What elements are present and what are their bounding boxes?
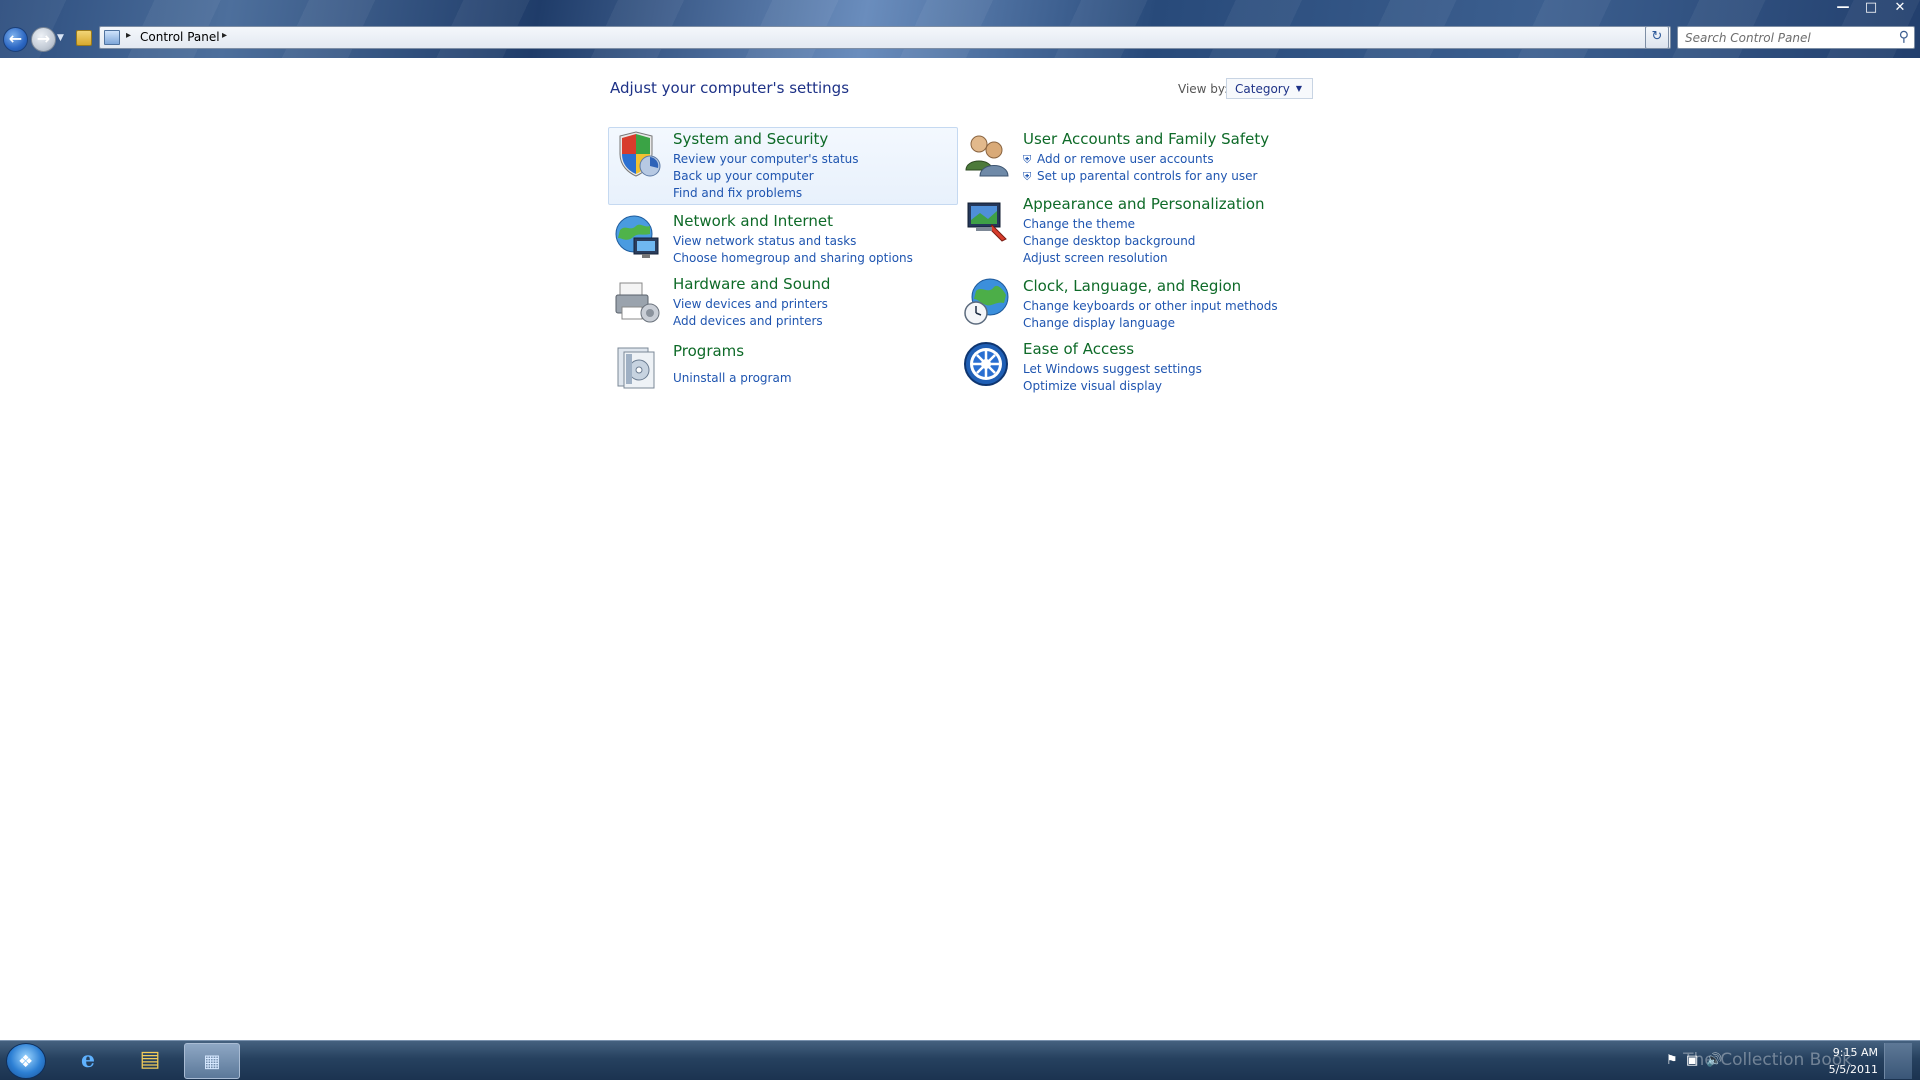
admin-shield-icon: ⛨: [1023, 153, 1032, 166]
link-change-theme[interactable]: Change the theme: [1023, 216, 1195, 233]
admin-shield-icon: ⛨: [1023, 170, 1032, 183]
users-icon: [965, 135, 1009, 177]
clock-globe-icon: [964, 278, 1009, 325]
link-windows-suggest-settings[interactable]: Let Windows suggest settings: [1023, 361, 1202, 378]
search-input[interactable]: [1678, 27, 1878, 49]
windows-logo-icon: ❖: [18, 1052, 34, 1072]
category-programs[interactable]: Programs Uninstall a program: [608, 339, 958, 417]
maximize-icon[interactable]: □: [1858, 0, 1884, 17]
navigation-bar: ← → ▼ ▸ Control Panel ▸ ▼ ↻ ⚲: [0, 24, 1920, 54]
breadcrumb-arrow-icon[interactable]: ▸: [222, 30, 227, 41]
link-desktop-background[interactable]: Change desktop background: [1023, 233, 1195, 250]
view-by-value: Category: [1235, 82, 1290, 96]
link-find-fix-problems[interactable]: Find and fix problems: [673, 185, 859, 202]
ease-of-access-icon: [964, 342, 1008, 386]
start-button[interactable]: ❖: [6, 1043, 46, 1079]
link-optimize-visual-display[interactable]: Optimize visual display: [1023, 378, 1202, 395]
control-panel-content: Adjust your computer's settings View by:…: [0, 58, 1920, 1040]
close-icon[interactable]: ✕: [1886, 0, 1914, 17]
link-view-devices[interactable]: View devices and printers: [673, 296, 828, 313]
link-review-status[interactable]: Review your computer's status: [673, 151, 859, 168]
control-panel-icon: ▦: [203, 1051, 221, 1072]
link-text: Set up parental controls for any user: [1037, 169, 1258, 183]
taskbar-internet-explorer[interactable]: e: [60, 1043, 116, 1079]
category-title[interactable]: Network and Internet: [673, 212, 833, 230]
taskbar-control-panel[interactable]: ▦: [184, 1043, 240, 1079]
show-desktop-button[interactable]: [1884, 1043, 1912, 1079]
system-tray: The Collection Book ⚑ ▣ 🔊 9:15 AM 5/5/20…: [1652, 1041, 1912, 1080]
breadcrumb-arrow-icon[interactable]: ▸: [126, 30, 131, 41]
window-controls: — □ ✕: [1830, 0, 1914, 17]
control-panel-icon: [104, 30, 120, 45]
link-screen-resolution[interactable]: Adjust screen resolution: [1023, 250, 1195, 267]
network-globe-icon: [615, 215, 659, 258]
category-title[interactable]: User Accounts and Family Safety: [1023, 130, 1269, 148]
page-title: Adjust your computer's settings: [610, 79, 850, 97]
view-by-dropdown[interactable]: Category ▼: [1226, 78, 1313, 99]
category-links: View network status and tasks Choose hom…: [673, 233, 913, 267]
network-icon[interactable]: ▣: [1686, 1053, 1698, 1068]
category-links: Uninstall a program: [673, 370, 792, 387]
folder-icon: ▤: [139, 1047, 161, 1072]
category-title[interactable]: System and Security: [673, 130, 828, 148]
refresh-button[interactable]: ↻: [1645, 26, 1669, 49]
window-title-bar: — □ ✕ ← → ▼ ▸ Control Panel ▸ ▼ ↻ ⚲: [0, 0, 1920, 58]
link-back-up[interactable]: Back up your computer: [673, 168, 859, 185]
category-links: Review your computer's status Back up yo…: [673, 151, 859, 202]
category-links: View devices and printers Add devices an…: [673, 296, 828, 330]
recent-pages-chevron-icon[interactable]: ▼: [57, 33, 64, 43]
chevron-down-icon: ▼: [1295, 84, 1302, 93]
address-bar[interactable]: ▸ Control Panel ▸ ▼: [99, 26, 1671, 49]
category-links: ⛨ Add or remove user accounts ⛨ Set up par…: [1023, 151, 1258, 185]
category-system-and-security[interactable]: System and Security Review your computer…: [608, 127, 958, 205]
search-box[interactable]: ⚲: [1677, 26, 1915, 49]
category-title[interactable]: Programs: [673, 342, 744, 360]
search-icon[interactable]: ⚲: [1899, 29, 1909, 45]
link-display-language[interactable]: Change display language: [1023, 315, 1278, 332]
category-title[interactable]: Hardware and Sound: [673, 275, 830, 293]
notification-flag-icon[interactable]: ⚑: [1666, 1053, 1678, 1068]
link-add-remove-accounts[interactable]: ⛨ Add or remove user accounts: [1023, 151, 1257, 168]
category-title[interactable]: Ease of Access: [1023, 340, 1134, 358]
programs-icon: [617, 347, 655, 389]
minimize-icon[interactable]: —: [1830, 0, 1856, 17]
clock-time[interactable]: 9:15 AM: [1833, 1046, 1878, 1059]
link-network-status[interactable]: View network status and tasks: [673, 233, 913, 250]
category-appearance-personalization[interactable]: Appearance and Personalization Change th…: [958, 192, 1308, 270]
category-title[interactable]: Appearance and Personalization: [1023, 195, 1265, 213]
security-shield-icon: [619, 131, 661, 177]
category-links: Change keyboards or other input methods …: [1023, 298, 1278, 332]
clock-date[interactable]: 5/5/2011: [1829, 1063, 1878, 1076]
appearance-monitor-icon: [967, 202, 1007, 242]
back-button[interactable]: ←: [3, 27, 28, 52]
category-title[interactable]: Clock, Language, and Region: [1023, 277, 1241, 295]
printer-icon: [615, 282, 660, 323]
internet-explorer-icon: e: [81, 1047, 95, 1073]
link-parental-controls[interactable]: ⛨ Set up parental controls for any user: [1023, 168, 1258, 185]
category-links: Change the theme Change desktop backgrou…: [1023, 216, 1195, 267]
taskbar-windows-explorer[interactable]: ▤: [122, 1043, 178, 1079]
category-ease-of-access[interactable]: Ease of Access Let Windows suggest setti…: [958, 337, 1308, 415]
link-homegroup-sharing[interactable]: Choose homegroup and sharing options: [673, 250, 913, 267]
folder-icon: [76, 30, 92, 46]
forward-button[interactable]: →: [31, 27, 56, 52]
category-links: Let Windows suggest settings Optimize vi…: [1023, 361, 1202, 395]
link-change-keyboards[interactable]: Change keyboards or other input methods: [1023, 298, 1278, 315]
link-uninstall-program[interactable]: Uninstall a program: [673, 370, 792, 387]
breadcrumb-control-panel[interactable]: Control Panel: [140, 30, 220, 44]
link-add-devices[interactable]: Add devices and printers: [673, 313, 828, 330]
refresh-icon: ↻: [1651, 29, 1663, 44]
link-text: Add or remove user accounts: [1037, 152, 1214, 166]
view-by-label: View by:: [1178, 82, 1229, 96]
taskbar: ❖ e ▤ ▦ The Collection Book ⚑ ▣ 🔊 9:15 A…: [0, 1040, 1920, 1080]
volume-icon[interactable]: 🔊: [1706, 1053, 1722, 1068]
